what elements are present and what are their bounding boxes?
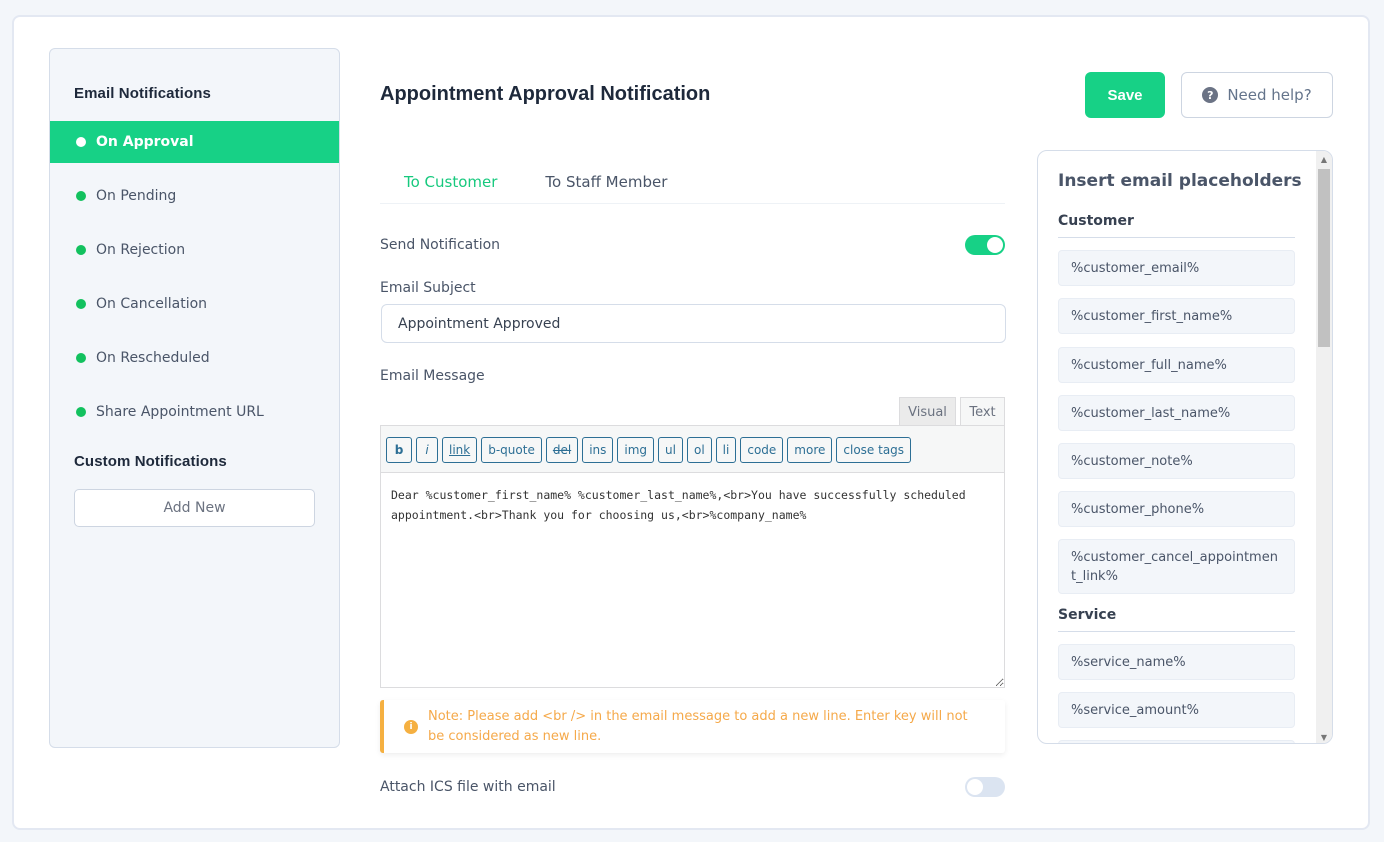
- placeholder-item[interactable]: %customer_email%: [1058, 250, 1295, 286]
- toggle-knob: [987, 237, 1003, 253]
- status-dot-icon: [76, 245, 86, 255]
- email-message-label: Email Message: [380, 368, 485, 384]
- editor-toolbar: b i link b-quote del ins img ul ol li co…: [380, 425, 1005, 473]
- sidebar-item-share-appointment-url[interactable]: Share Appointment URL: [50, 391, 339, 433]
- scrollbar-thumb[interactable]: [1318, 169, 1330, 347]
- sidebar-item-label: On Pending: [96, 188, 177, 204]
- sidebar-item-on-rejection[interactable]: On Rejection: [50, 229, 339, 271]
- sidebar-item-on-cancellation[interactable]: On Cancellation: [50, 283, 339, 325]
- placeholder-group-service: Service: [1058, 607, 1117, 623]
- recipient-tabs: To Customer To Staff Member: [380, 160, 1005, 204]
- question-circle-icon: ?: [1202, 87, 1219, 103]
- sidebar: Email Notifications On Approval On Pendi…: [49, 48, 340, 748]
- img-button[interactable]: img: [617, 436, 655, 463]
- email-message-textarea[interactable]: Dear %customer_first_name% %customer_las…: [380, 472, 1005, 688]
- need-help-label: Need help?: [1227, 86, 1312, 104]
- sidebar-item-label: On Rejection: [96, 242, 186, 258]
- placeholder-item[interactable]: %customer_phone%: [1058, 491, 1295, 527]
- info-icon: i: [404, 719, 418, 734]
- send-notification-label: Send Notification: [380, 237, 501, 253]
- placeholder-item[interactable]: %service_amount%: [1058, 692, 1295, 728]
- tab-to-customer[interactable]: To Customer: [380, 160, 521, 203]
- email-subject-label: Email Subject: [380, 280, 476, 296]
- placeholder-item[interactable]: %customer_full_name%: [1058, 347, 1295, 383]
- editor-tab-text[interactable]: Text: [960, 397, 1005, 427]
- code-button[interactable]: code: [740, 436, 784, 463]
- placeholder-item[interactable]: %customer_note%: [1058, 443, 1295, 479]
- page-title: Appointment Approval Notification: [380, 83, 711, 105]
- scroll-down-arrow-icon[interactable]: ▼: [1316, 729, 1332, 743]
- placeholders-panel: Insert email placeholders Customer %cust…: [1037, 150, 1333, 744]
- send-notification-toggle[interactable]: [965, 235, 1005, 255]
- italic-button[interactable]: i: [416, 436, 438, 463]
- sidebar-item-label: On Rescheduled: [96, 350, 210, 366]
- tab-to-staff-member[interactable]: To Staff Member: [521, 160, 691, 203]
- toggle-knob: [967, 779, 983, 795]
- more-button[interactable]: more: [787, 436, 833, 463]
- status-dot-icon: [76, 299, 86, 309]
- placeholder-item[interactable]: %service_name%: [1058, 644, 1295, 680]
- sidebar-item-label: Share Appointment URL: [96, 404, 264, 420]
- group-divider: [1058, 237, 1295, 238]
- status-dot-icon: [76, 191, 86, 201]
- del-button[interactable]: del: [545, 436, 579, 463]
- custom-notifications-heading: Custom Notifications: [74, 453, 227, 470]
- sidebar-item-label: On Approval: [96, 134, 194, 150]
- bold-button[interactable]: b: [386, 436, 412, 463]
- placeholder-item[interactable]: %customer_cancel_appointment_link%: [1058, 539, 1295, 594]
- group-divider: [1058, 631, 1295, 632]
- placeholder-item[interactable]: %customer_last_name%: [1058, 395, 1295, 431]
- status-dot-icon: [76, 407, 86, 417]
- ul-button[interactable]: ul: [658, 436, 683, 463]
- sidebar-item-on-approval[interactable]: On Approval: [50, 121, 339, 163]
- sidebar-item-label: On Cancellation: [96, 296, 208, 312]
- editor-tab-visual[interactable]: Visual: [899, 397, 956, 426]
- placeholders-title: Insert email placeholders: [1058, 171, 1302, 191]
- placeholder-item[interactable]: %customer_first_name%: [1058, 298, 1295, 334]
- placeholders-scrollbar[interactable]: ▲ ▼: [1316, 151, 1332, 743]
- add-new-button[interactable]: Add New: [74, 489, 315, 527]
- ins-button[interactable]: ins: [582, 436, 614, 463]
- save-button[interactable]: Save: [1085, 72, 1165, 118]
- placeholder-group-customer: Customer: [1058, 213, 1134, 229]
- scroll-up-arrow-icon[interactable]: ▲: [1316, 151, 1332, 167]
- ol-button[interactable]: ol: [686, 436, 712, 463]
- email-notifications-heading: Email Notifications: [74, 85, 211, 102]
- placeholder-item-partial[interactable]: [1058, 740, 1295, 743]
- note-text: Note: Please add <br /> in the email mes…: [428, 708, 968, 744]
- link-button[interactable]: link: [442, 436, 478, 463]
- note-alert: i Note: Please add <br /> in the email m…: [380, 700, 1005, 753]
- status-dot-icon: [76, 137, 86, 147]
- sidebar-item-on-rescheduled[interactable]: On Rescheduled: [50, 337, 339, 379]
- attach-ics-label: Attach ICS file with email: [380, 779, 556, 795]
- li-button[interactable]: li: [715, 436, 737, 463]
- need-help-button[interactable]: ? Need help?: [1181, 72, 1333, 118]
- status-dot-icon: [76, 353, 86, 363]
- sidebar-item-on-pending[interactable]: On Pending: [50, 175, 339, 217]
- blockquote-button[interactable]: b-quote: [481, 436, 542, 463]
- attach-ics-toggle[interactable]: [965, 777, 1005, 797]
- close-tags-button[interactable]: close tags: [836, 436, 912, 463]
- email-subject-input[interactable]: [381, 304, 1006, 343]
